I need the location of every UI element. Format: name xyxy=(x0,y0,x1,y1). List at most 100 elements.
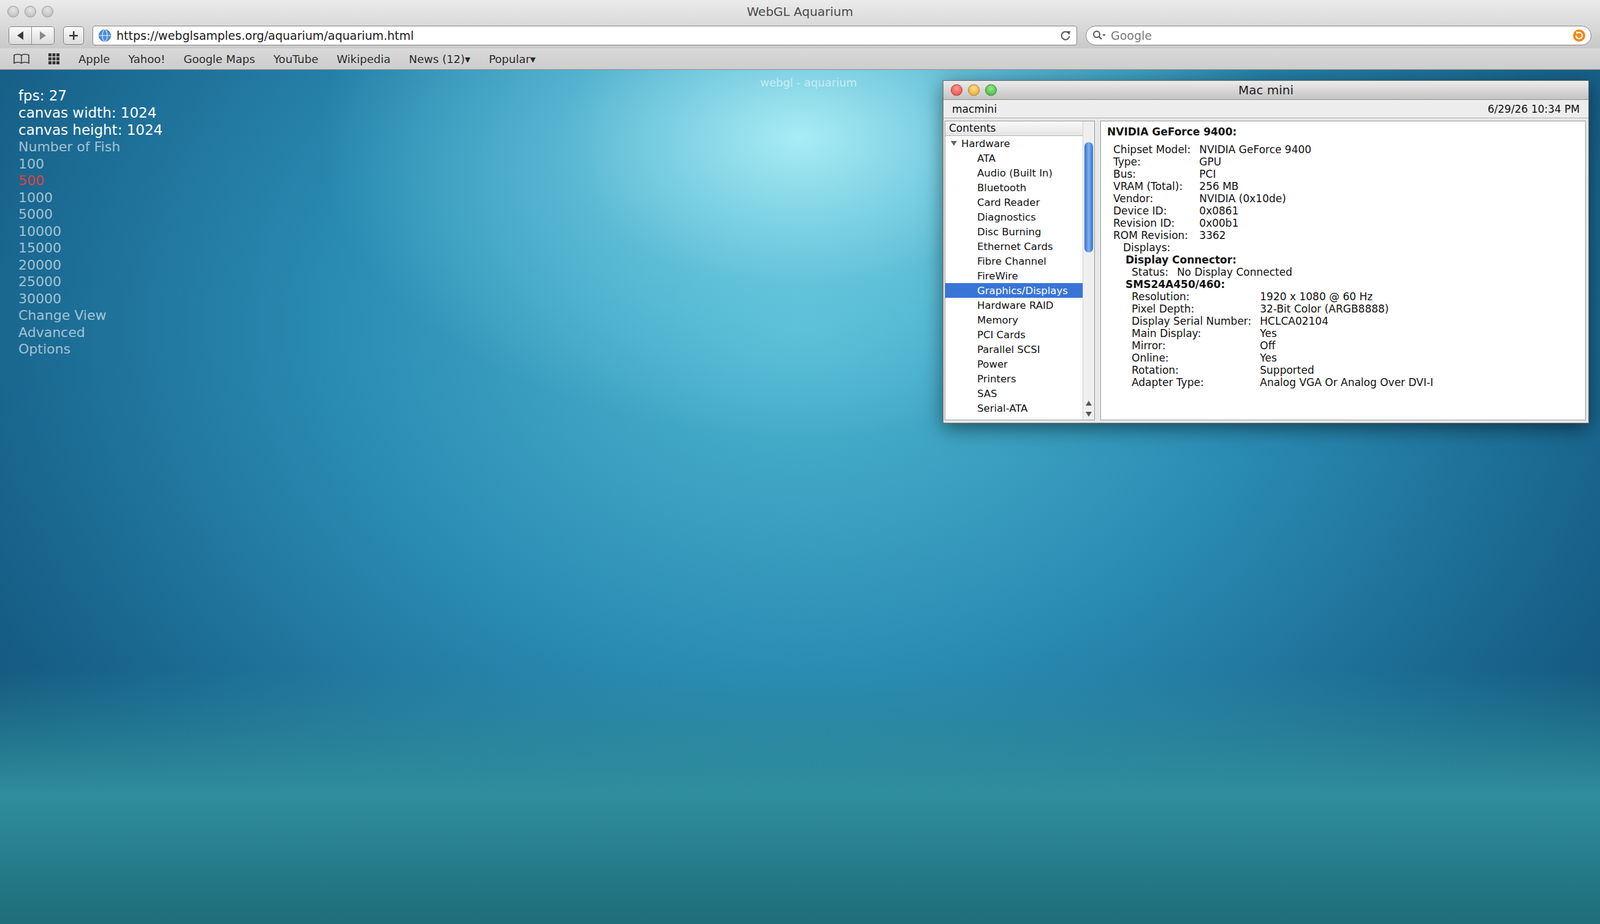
search-placeholder: Google xyxy=(1110,28,1568,43)
bookmark-item[interactable]: Popular▾ xyxy=(488,52,536,66)
tree-item[interactable]: Disc Burning xyxy=(945,224,1083,240)
url-text: https://webglsamples.org/aquarium/aquari… xyxy=(116,28,1055,43)
overlay-link[interactable]: Options xyxy=(18,340,163,359)
tree-item[interactable]: Bluetooth xyxy=(945,180,1083,195)
fish-count-option[interactable]: 1000 xyxy=(18,189,163,207)
field-value: NVIDIA (0x10de) xyxy=(1199,192,1580,205)
minimize-button[interactable] xyxy=(967,84,980,97)
profiler-info-bar: macmini 6/29/26 10:34 PM xyxy=(943,99,1589,119)
field-key: Vendor: xyxy=(1113,192,1191,205)
details-fields: Chipset Model: NVIDIA GeForce 9400Type: … xyxy=(1113,143,1580,242)
bookmark-item[interactable]: News (12)▾ xyxy=(408,52,471,66)
tree-item[interactable]: Fibre Channel xyxy=(945,253,1083,269)
scroll-arrows xyxy=(1083,400,1095,420)
field-key: Bus: xyxy=(1113,167,1191,181)
display-fields: Resolution: 1920 x 1080 @ 60 Hz Pixel Dep… xyxy=(1131,290,1580,389)
tree-item[interactable]: Card Reader xyxy=(945,194,1083,210)
fish-count-label: Number of Fish xyxy=(18,138,163,156)
tree-item[interactable]: Memory xyxy=(945,312,1083,328)
bookmark-item[interactable]: Apple xyxy=(78,52,110,66)
tree-item[interactable]: Graphics/Displays xyxy=(945,283,1083,298)
scrollbar[interactable] xyxy=(1082,121,1095,420)
fish-count-option[interactable]: 25000 xyxy=(18,273,163,291)
fish-count-option[interactable]: 30000 xyxy=(18,290,163,308)
fish-count-option[interactable]: 20000 xyxy=(18,256,163,275)
computer-name: macmini xyxy=(952,102,997,116)
snapback-icon[interactable] xyxy=(1572,28,1586,43)
browser-chrome: WebGL Aquarium https://webglsamples.org/… xyxy=(0,0,1600,49)
reading-list-icon[interactable] xyxy=(13,53,30,65)
tree-item[interactable]: Printers xyxy=(945,371,1083,387)
close-button[interactable] xyxy=(950,84,963,97)
tree-item[interactable]: Serial-ATA xyxy=(945,400,1083,416)
profiler-title: Mac mini xyxy=(1238,82,1294,98)
disclosure-icon[interactable] xyxy=(950,139,958,148)
display-name: SMS24A450/460: xyxy=(1125,278,1580,291)
overlay-link[interactable]: Change View xyxy=(18,307,163,325)
tree-group[interactable]: Hardware xyxy=(945,136,1083,151)
contents-pane: Contents Hardware ATAAudio (Built In)Blu… xyxy=(944,120,1095,421)
display-fields: Status: No Display Connected xyxy=(1131,266,1580,279)
back-button[interactable] xyxy=(9,26,32,45)
tree-item[interactable]: SAS xyxy=(945,386,1083,401)
scroll-down-icon[interactable] xyxy=(1085,411,1093,418)
tree-item[interactable]: Power xyxy=(945,356,1083,372)
tree-item[interactable]: Diagnostics xyxy=(945,209,1083,225)
minimize-button[interactable] xyxy=(24,5,37,18)
magnifier-icon xyxy=(1092,30,1106,42)
webgl-canvas[interactable]: webgl - aquarium fps: 27canvas width: 10… xyxy=(0,69,1600,924)
top-sites-icon[interactable] xyxy=(47,52,61,65)
forward-icon xyxy=(38,30,48,41)
zoom-button[interactable] xyxy=(985,84,997,97)
tree-item[interactable]: ATA xyxy=(945,150,1083,166)
tree-item[interactable]: Ethernet Cards xyxy=(945,239,1083,254)
contents-tree: Contents Hardware ATAAudio (Built In)Blu… xyxy=(945,121,1083,420)
bookmark-item[interactable]: Wikipedia xyxy=(336,52,391,66)
bookmark-item[interactable]: Google Maps xyxy=(183,52,256,66)
tree-item[interactable]: Audio (Built In) xyxy=(945,165,1083,181)
field-key: Device ID: xyxy=(1113,204,1191,218)
field-value: 1920 x 1080 @ 60 Hz xyxy=(1259,290,1580,303)
stats-overlay: fps: 27canvas width: 1024canvas height: … xyxy=(18,87,163,359)
field-key: Online: xyxy=(1131,351,1252,365)
zoom-button[interactable] xyxy=(41,5,54,18)
field-value: 256 MB xyxy=(1199,180,1580,193)
field-value: Analog VGA Or Analog Over DVI-I xyxy=(1259,376,1580,389)
field-key: Pixel Depth: xyxy=(1131,302,1252,316)
tree-item[interactable]: FireWire xyxy=(945,268,1083,284)
fish-count-option[interactable]: 15000 xyxy=(18,239,163,257)
tree-item[interactable]: Parallel SCSI xyxy=(945,342,1083,357)
bookmark-item[interactable]: YouTube xyxy=(273,52,319,66)
fish-count-option[interactable]: 10000 xyxy=(18,223,163,241)
title-bar: WebGL Aquarium xyxy=(0,0,1600,23)
field-key: Mirror: xyxy=(1131,339,1252,352)
safari-window: WebGL Aquarium https://webglsamples.org/… xyxy=(0,0,1600,924)
details-pane: NVIDIA GeForce 9400: Chipset Model: NVID… xyxy=(1100,120,1586,421)
add-bookmark-button[interactable] xyxy=(63,26,84,45)
scene-title: webgl - aquarium xyxy=(760,76,858,89)
stat-line: canvas height: 1024 xyxy=(18,121,163,139)
stat-line: fps: 27 xyxy=(18,87,163,105)
field-value: Supported xyxy=(1259,364,1580,377)
tree-item[interactable]: Hardware RAID xyxy=(945,297,1083,313)
reload-icon[interactable] xyxy=(1059,29,1072,42)
forward-button[interactable] xyxy=(31,26,54,45)
fish-count-option[interactable]: 500 xyxy=(18,172,163,190)
field-value: GPU xyxy=(1199,155,1580,168)
field-key: Main Display: xyxy=(1131,327,1252,340)
close-button[interactable] xyxy=(7,5,20,18)
bookmark-item[interactable]: Yahoo! xyxy=(128,52,165,66)
fish-count-option[interactable]: 5000 xyxy=(18,205,163,224)
tree-item[interactable]: PCI Cards xyxy=(945,327,1083,343)
address-field[interactable]: https://webglsamples.org/aquarium/aquari… xyxy=(92,25,1078,46)
pane-splitter[interactable] xyxy=(1094,120,1101,421)
search-field[interactable]: Google xyxy=(1085,25,1592,46)
field-value: Off xyxy=(1259,339,1580,352)
field-value: 0x0861 xyxy=(1199,204,1580,218)
fish-count-option[interactable]: 100 xyxy=(18,155,163,173)
overlay-link[interactable]: Advanced xyxy=(18,324,163,342)
field-value: No Display Connected xyxy=(1177,266,1580,279)
scroll-thumb[interactable] xyxy=(1084,142,1094,253)
field-key: Resolution: xyxy=(1131,290,1252,303)
scroll-up-icon[interactable] xyxy=(1085,400,1093,407)
